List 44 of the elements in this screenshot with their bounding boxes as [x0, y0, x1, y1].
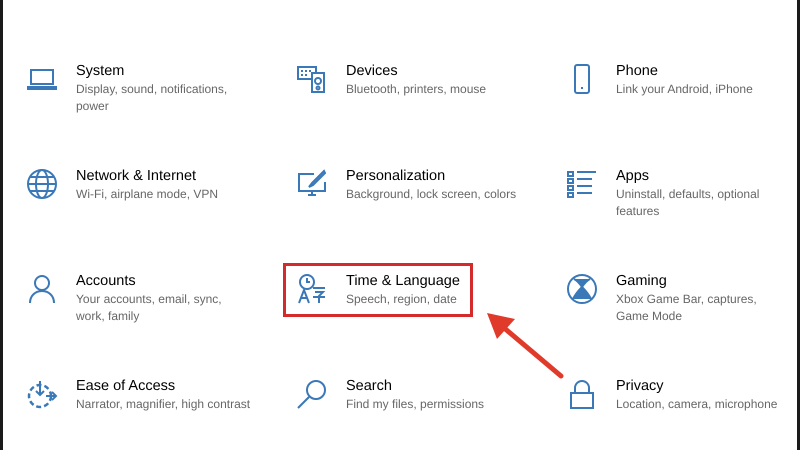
- tile-description: Bluetooth, printers, mouse: [346, 81, 486, 98]
- xbox-icon: [566, 273, 598, 305]
- tile-description: Location, camera, microphone: [616, 396, 778, 413]
- tile-description: Xbox Game Bar, captures, Game Mode: [616, 291, 758, 325]
- clock-letters-icon: [296, 273, 328, 305]
- settings-tile[interactable]: Ease of Access Narrator, magnifier, high contrast: [13, 368, 264, 422]
- settings-tile[interactable]: Search Find my files, permissions: [283, 368, 498, 422]
- tile-description: Link your Android, iPhone: [616, 81, 753, 98]
- search-icon: [296, 378, 328, 410]
- settings-tile[interactable]: Devices Bluetooth, printers, mouse: [283, 53, 500, 107]
- settings-tile[interactable]: Network & Internet Wi-Fi, airplane mode, VPN: [13, 158, 232, 212]
- tile-description: Display, sound, notifications, power: [76, 81, 228, 115]
- settings-tile[interactable]: Apps Uninstall, defaults, optional features: [553, 158, 800, 229]
- tile-title: Gaming: [616, 272, 668, 291]
- tile-description: Find my files, permissions: [346, 396, 484, 413]
- settings-tile[interactable]: Phone Link your Android, iPhone: [553, 53, 766, 107]
- tile-title: Accounts: [76, 272, 137, 291]
- tile-title: Phone: [616, 62, 659, 81]
- settings-tile[interactable]: Time & Language Speech, region, date: [283, 263, 473, 317]
- tile-description: Speech, region, date: [346, 291, 458, 308]
- tile-title: Privacy: [616, 377, 665, 396]
- person-icon: [26, 273, 58, 305]
- settings-tile[interactable]: System Display, sound, notifications, power: [13, 53, 265, 124]
- tile-description: Your accounts, email, sync, work, family: [76, 291, 223, 325]
- tile-description: Wi-Fi, airplane mode, VPN: [76, 186, 218, 203]
- tile-title: Search: [346, 377, 393, 396]
- settings-tile[interactable]: Accounts Your accounts, email, sync, work, family: [13, 263, 265, 334]
- tile-title: Time & Language: [346, 272, 460, 291]
- keyboard-speaker-icon: [296, 63, 328, 95]
- list-icon: [566, 168, 598, 200]
- tile-description: Background, lock screen, colors: [346, 186, 516, 203]
- settings-tile[interactable]: Privacy Location, camera, microphone: [553, 368, 790, 422]
- dashed-circle-arrow-icon: [26, 378, 58, 410]
- settings-tile[interactable]: Gaming Xbox Game Bar, captures, Game Mode: [553, 263, 800, 334]
- tile-description: Narrator, magnifier, high contrast: [76, 396, 250, 413]
- tile-title: Apps: [616, 167, 650, 186]
- tile-title: Ease of Access: [76, 377, 176, 396]
- tile-title: Devices: [346, 62, 399, 81]
- globe-icon: [26, 168, 58, 200]
- tile-title: System: [76, 62, 126, 81]
- tile-description: Uninstall, defaults, optional features: [616, 186, 760, 220]
- settings-tile[interactable]: Personalization Background, lock screen, colors: [283, 158, 530, 212]
- tile-title: Network & Internet: [76, 167, 198, 186]
- tile-title: Personalization: [346, 167, 446, 186]
